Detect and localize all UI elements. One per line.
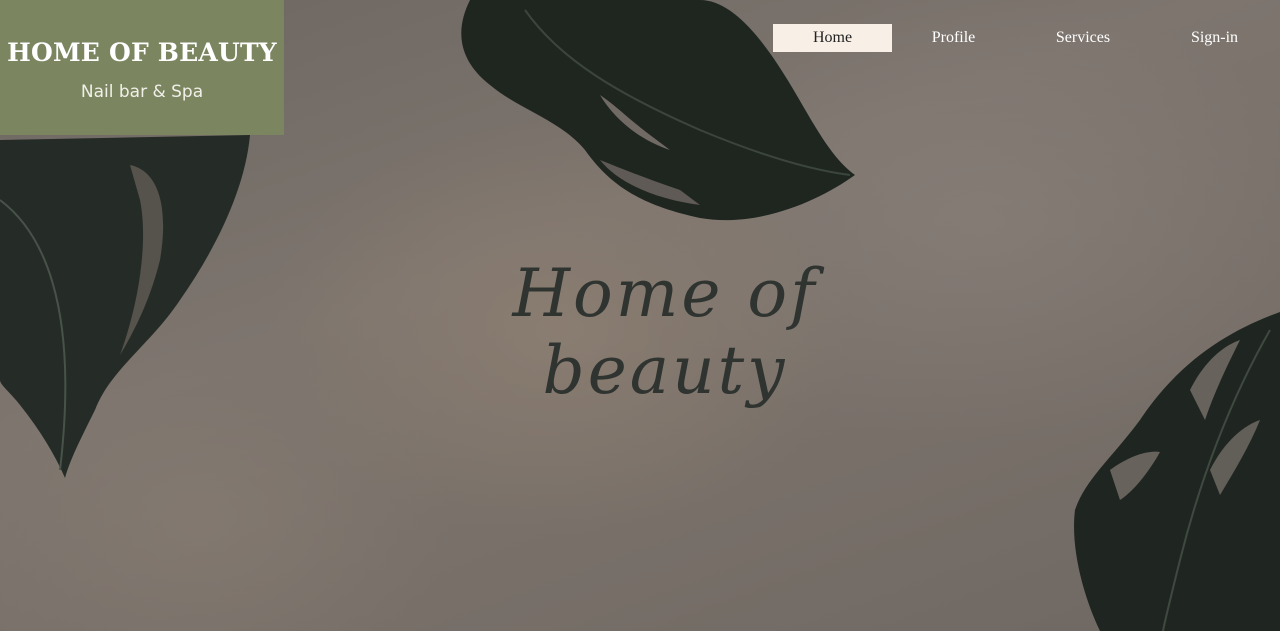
monstera-leaf-right-icon	[1074, 312, 1280, 631]
brand-box: HOME OF BEAUTY Nail bar & Spa	[0, 0, 284, 135]
nav-item-profile[interactable]: Profile	[892, 24, 1015, 52]
brand-title: HOME OF BEAUTY	[7, 37, 277, 67]
hero-title: Home of beauty	[512, 255, 818, 409]
main-nav: Home Profile Services Sign-in	[773, 24, 1278, 52]
monstera-leaf-left-icon	[0, 135, 250, 478]
nav-item-services[interactable]: Services	[1015, 24, 1151, 52]
nav-item-home[interactable]: Home	[773, 24, 892, 52]
brand-subtitle: Nail bar & Spa	[80, 81, 204, 102]
nav-item-sign-in[interactable]: Sign-in	[1151, 24, 1278, 52]
